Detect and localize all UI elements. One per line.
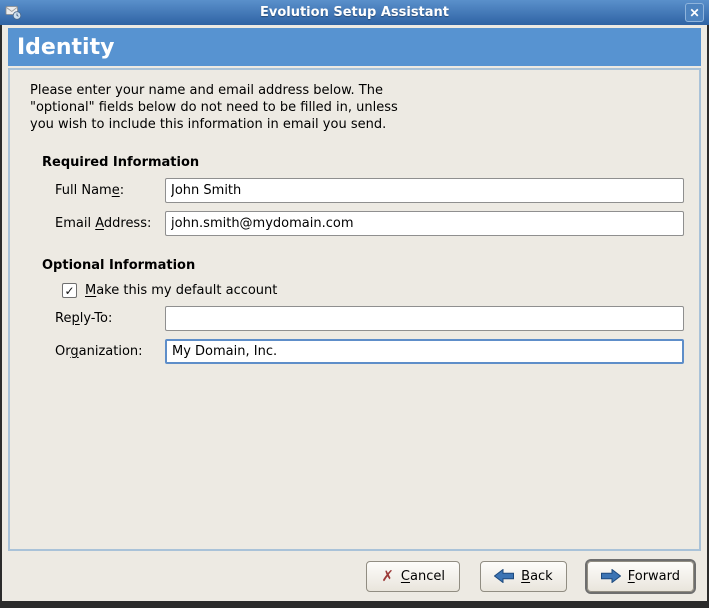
full-name-row: Full Name:	[55, 178, 687, 203]
required-information-heading: Required Information	[42, 155, 200, 170]
email-address-row: Email Address:	[55, 211, 687, 236]
evolution-app-icon	[5, 4, 22, 21]
cancel-label: Cancel	[400, 568, 445, 584]
window-bottom-edge	[0, 601, 709, 608]
full-name-input[interactable]	[165, 178, 684, 203]
close-icon: ✕	[689, 5, 700, 20]
full-name-label: Full Name:	[55, 183, 125, 198]
reply-to-label: Reply-To:	[55, 311, 113, 326]
back-button[interactable]: Back	[480, 560, 567, 592]
page-title: Identity	[17, 34, 115, 60]
forward-button[interactable]: Forward	[586, 560, 694, 592]
window-title: Evolution Setup Assistant	[259, 5, 450, 20]
default-account-label[interactable]: Make this my default account	[85, 283, 277, 298]
default-account-row: ✓ Make this my default account	[62, 283, 687, 298]
page-header: Identity	[8, 28, 701, 66]
checkmark-icon: ✓	[64, 283, 75, 298]
reply-to-row: Reply-To:	[55, 306, 687, 331]
optional-information-heading: Optional Information	[42, 258, 196, 273]
reply-to-input[interactable]	[165, 306, 684, 331]
forward-label: Forward	[627, 568, 680, 584]
email-address-input[interactable]	[165, 211, 684, 236]
organization-row: Organization:	[55, 339, 687, 364]
cancel-button[interactable]: ✗ Cancel	[366, 560, 461, 592]
titlebar[interactable]: Evolution Setup Assistant ✕	[0, 0, 709, 25]
forward-arrow-icon	[600, 569, 621, 583]
back-arrow-icon	[494, 569, 515, 583]
default-account-checkbox[interactable]: ✓	[62, 283, 77, 298]
identity-panel: Please enter your name and email address…	[8, 68, 701, 551]
email-address-label: Email Address:	[55, 216, 152, 231]
cancel-x-icon: ✗	[381, 566, 394, 585]
close-button[interactable]: ✕	[685, 3, 704, 22]
organization-input[interactable]	[165, 339, 684, 364]
evolution-setup-assistant-window: Evolution Setup Assistant ✕ Identity Ple…	[0, 0, 709, 608]
window-body: Identity Please enter your name and emai…	[0, 25, 709, 601]
intro-text: Please enter your name and email address…	[30, 83, 398, 132]
back-label: Back	[521, 568, 553, 584]
organization-label: Organization:	[55, 344, 143, 359]
action-button-bar: ✗ Cancel Back Forward	[8, 551, 701, 601]
